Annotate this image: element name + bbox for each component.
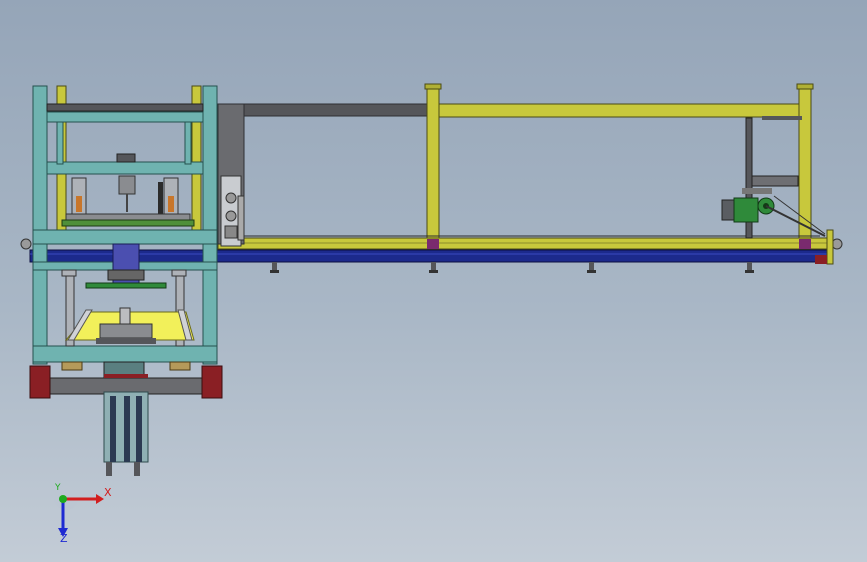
triad-y-label: Y (55, 483, 61, 493)
cad-viewport[interactable]: X Y Z (0, 0, 867, 562)
press-frame (32, 85, 218, 395)
triad-z-label: Z (60, 532, 68, 545)
assembly-model-view[interactable] (0, 0, 867, 562)
gearbox-panel (217, 103, 245, 247)
orientation-triad (54, 486, 104, 537)
triad-x-label: X (104, 486, 112, 499)
y-axis-dot (59, 495, 67, 503)
